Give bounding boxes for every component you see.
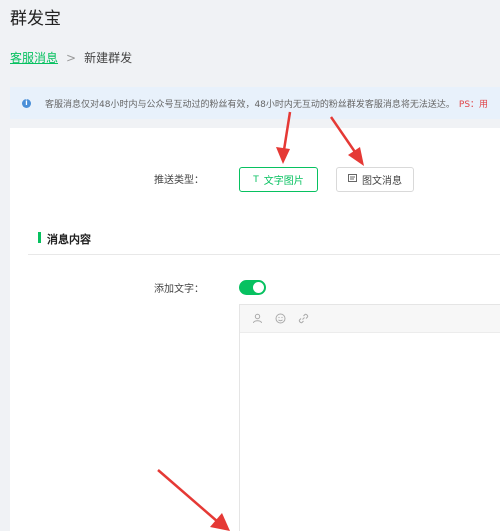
notice-banner: i 客服消息仅对48小时内与公众号互动过的粉丝有效，48小时内无互动的粉丝群发客… [10,87,500,119]
section-accent-bar [38,232,41,243]
breadcrumb-link-customer-message[interactable]: 客服消息 [10,49,58,66]
add-text-toggle[interactable] [239,280,266,295]
app-title: 群发宝 [10,9,61,29]
breadcrumb-current: 新建群发 [84,51,133,65]
image-message-icon [348,174,357,185]
push-type-text-image-label: 文字图片 [263,176,304,187]
page: 群发宝 客服消息 > 新建群发 i 客服消息仅对48小时内与公众号互动过的粉丝有… [0,0,500,531]
add-text-label: 添加文字： [154,284,204,295]
breadcrumb-separator: > [66,50,77,65]
emoji-icon[interactable] [274,313,286,325]
breadcrumb: 客服消息 > 新建群发 [10,49,132,66]
push-type-image-message-label: 图文消息 [362,176,402,187]
editor-toolbar [240,305,500,333]
link-icon[interactable] [297,313,309,325]
notice-ps: PS：用 [458,99,489,110]
text-editor[interactable] [239,304,500,531]
section-title: 消息内容 [47,233,91,246]
user-icon[interactable] [251,313,263,325]
info-icon: i [22,98,31,108]
push-type-text-image-button[interactable]: T 文字图片 [239,167,318,192]
text-icon: T [253,174,259,185]
toggle-knob [253,282,264,293]
notice-text: 客服消息仅对48小时内与公众号互动过的粉丝有效，48小时内无互动的粉丝群发客服消… [45,99,455,110]
push-type-image-message-button[interactable]: 图文消息 [336,167,414,192]
section-divider [28,254,500,255]
push-type-label: 推送类型： [154,175,204,186]
